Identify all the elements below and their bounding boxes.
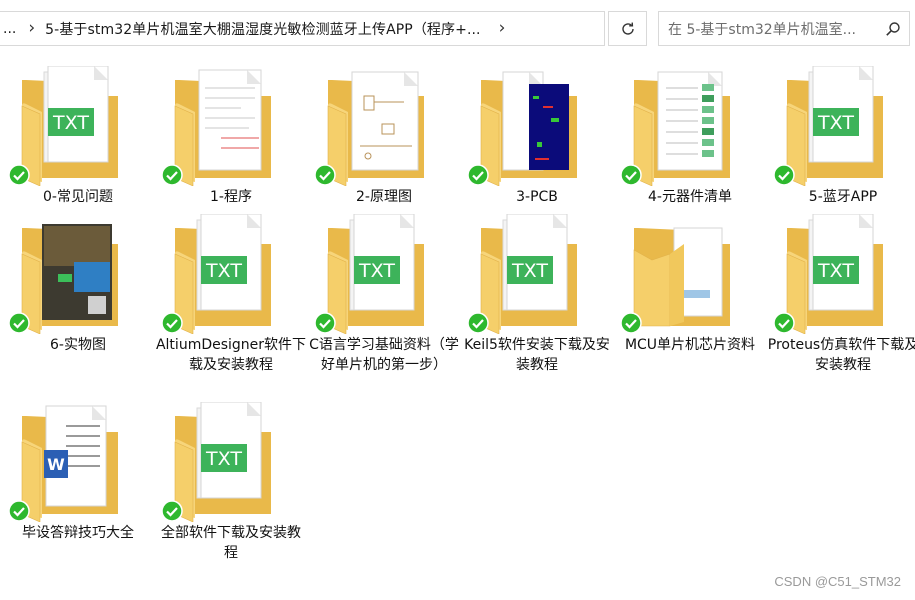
folder-item[interactable]: TXT C语言学习基础资料（学好单片机的第一步） (309, 213, 459, 373)
folder-label: 1-程序 (210, 189, 252, 205)
folder-icon (18, 214, 128, 335)
svg-text:W: W (47, 455, 65, 474)
sync-check-icon (161, 164, 183, 186)
svg-text:TXT: TXT (205, 260, 242, 282)
sync-check-icon (314, 164, 336, 186)
folder-item[interactable]: TXT Proteus仿真软件下载及安装教程 (768, 213, 915, 373)
folder-icon: TXT (171, 401, 281, 523)
folder-label: Proteus仿真软件下载及安装教程 (767, 337, 915, 373)
svg-text:TXT: TXT (817, 260, 854, 282)
folder-icon: TXT (18, 65, 128, 187)
sync-check-icon (161, 500, 183, 522)
folder-item[interactable]: MCU单片机芯片资料 (620, 214, 760, 354)
chevron-right-icon[interactable]: › (28, 18, 35, 38)
folder-icon (171, 66, 281, 187)
folder-item[interactable]: TXT AltiumDesigner软件下载及安装教程 (156, 213, 306, 373)
folder-icon: W (18, 402, 128, 523)
chevron-right-icon[interactable]: › (499, 18, 506, 38)
path-overflow[interactable]: ... (3, 21, 16, 37)
sync-check-icon (8, 312, 30, 334)
search-box[interactable]: 在 5-基于stm32单片机温室... (658, 11, 910, 46)
sync-check-icon (620, 312, 642, 334)
folder-item[interactable]: 1-程序 (161, 66, 301, 206)
sync-check-icon (620, 164, 642, 186)
watermark: CSDN @C51_STM32 (774, 574, 901, 589)
folder-label: 4-元器件清单 (648, 189, 732, 205)
svg-text:TXT: TXT (205, 448, 242, 470)
folder-icon (477, 66, 587, 187)
folder-icon: TXT (783, 213, 893, 335)
address-bar[interactable]: ... › 5-基于stm32单片机温室大棚温湿度光敏检测蓝牙上传APP（程序+… (0, 11, 605, 46)
sync-check-icon (467, 164, 489, 186)
sync-check-icon (773, 164, 795, 186)
folder-icon: TXT (477, 213, 587, 335)
svg-text:TXT: TXT (817, 112, 854, 134)
refresh-button[interactable] (608, 11, 647, 46)
folder-item[interactable]: 3-PCB (467, 66, 607, 206)
folder-label: C语言学习基础资料（学好单片机的第一步） (309, 337, 459, 373)
folder-item[interactable]: TXT Keil5软件安装下载及安装教程 (464, 213, 610, 373)
folder-icon: TXT (324, 213, 434, 335)
search-input[interactable]: 在 5-基于stm32单片机温室... (668, 19, 873, 39)
folder-item[interactable]: 2-原理图 (314, 66, 454, 206)
folder-label: 6-实物图 (50, 337, 106, 353)
folder-icon: TXT (171, 213, 281, 335)
sync-check-icon (773, 312, 795, 334)
folder-icon (324, 66, 434, 187)
folder-icon: TXT (783, 65, 893, 187)
svg-text:TXT: TXT (358, 260, 395, 282)
svg-text:TXT: TXT (511, 260, 548, 282)
sync-check-icon (467, 312, 489, 334)
folder-label: 全部软件下载及安装教程 (161, 525, 301, 561)
folder-item[interactable]: 6-实物图 (8, 214, 148, 354)
svg-text:TXT: TXT (52, 112, 89, 134)
breadcrumb-current-folder[interactable]: 5-基于stm32单片机温室大棚温湿度光敏检测蓝牙上传APP（程序+... (45, 19, 480, 39)
folder-label: 3-PCB (516, 189, 558, 205)
folder-icon (630, 66, 740, 187)
refresh-icon (621, 22, 634, 35)
sync-check-icon (8, 164, 30, 186)
folder-label: 0-常见问题 (43, 189, 113, 205)
folder-label: MCU单片机芯片资料 (624, 337, 756, 353)
folder-item[interactable]: TXT 全部软件下载及安装教程 (161, 401, 301, 561)
sync-check-icon (161, 312, 183, 334)
folder-item[interactable]: 4-元器件清单 (620, 66, 760, 206)
folder-item[interactable]: W 毕设答辩技巧大全 (8, 402, 148, 542)
folder-label: 毕设答辩技巧大全 (22, 525, 134, 541)
folder-label: Keil5软件安装下载及安装教程 (464, 337, 610, 373)
folder-label: 5-蓝牙APP (808, 189, 878, 205)
folder-label: 2-原理图 (356, 189, 412, 205)
search-icon[interactable] (885, 21, 901, 37)
folder-item[interactable]: TXT 5-蓝牙APP (773, 65, 913, 206)
folder-icon (630, 214, 740, 334)
file-grid: TXT 0-常见问题 1-程序 2-原理图 3-PCB 4-元器件清单 TXT … (0, 65, 915, 566)
sync-check-icon (8, 500, 30, 522)
folder-item[interactable]: TXT 0-常见问题 (8, 65, 148, 206)
folder-label: AltiumDesigner软件下载及安装教程 (155, 337, 307, 373)
sync-check-icon (314, 312, 336, 334)
navigation-bar: ... › 5-基于stm32单片机温室大棚温湿度光敏检测蓝牙上传APP（程序+… (0, 0, 915, 62)
